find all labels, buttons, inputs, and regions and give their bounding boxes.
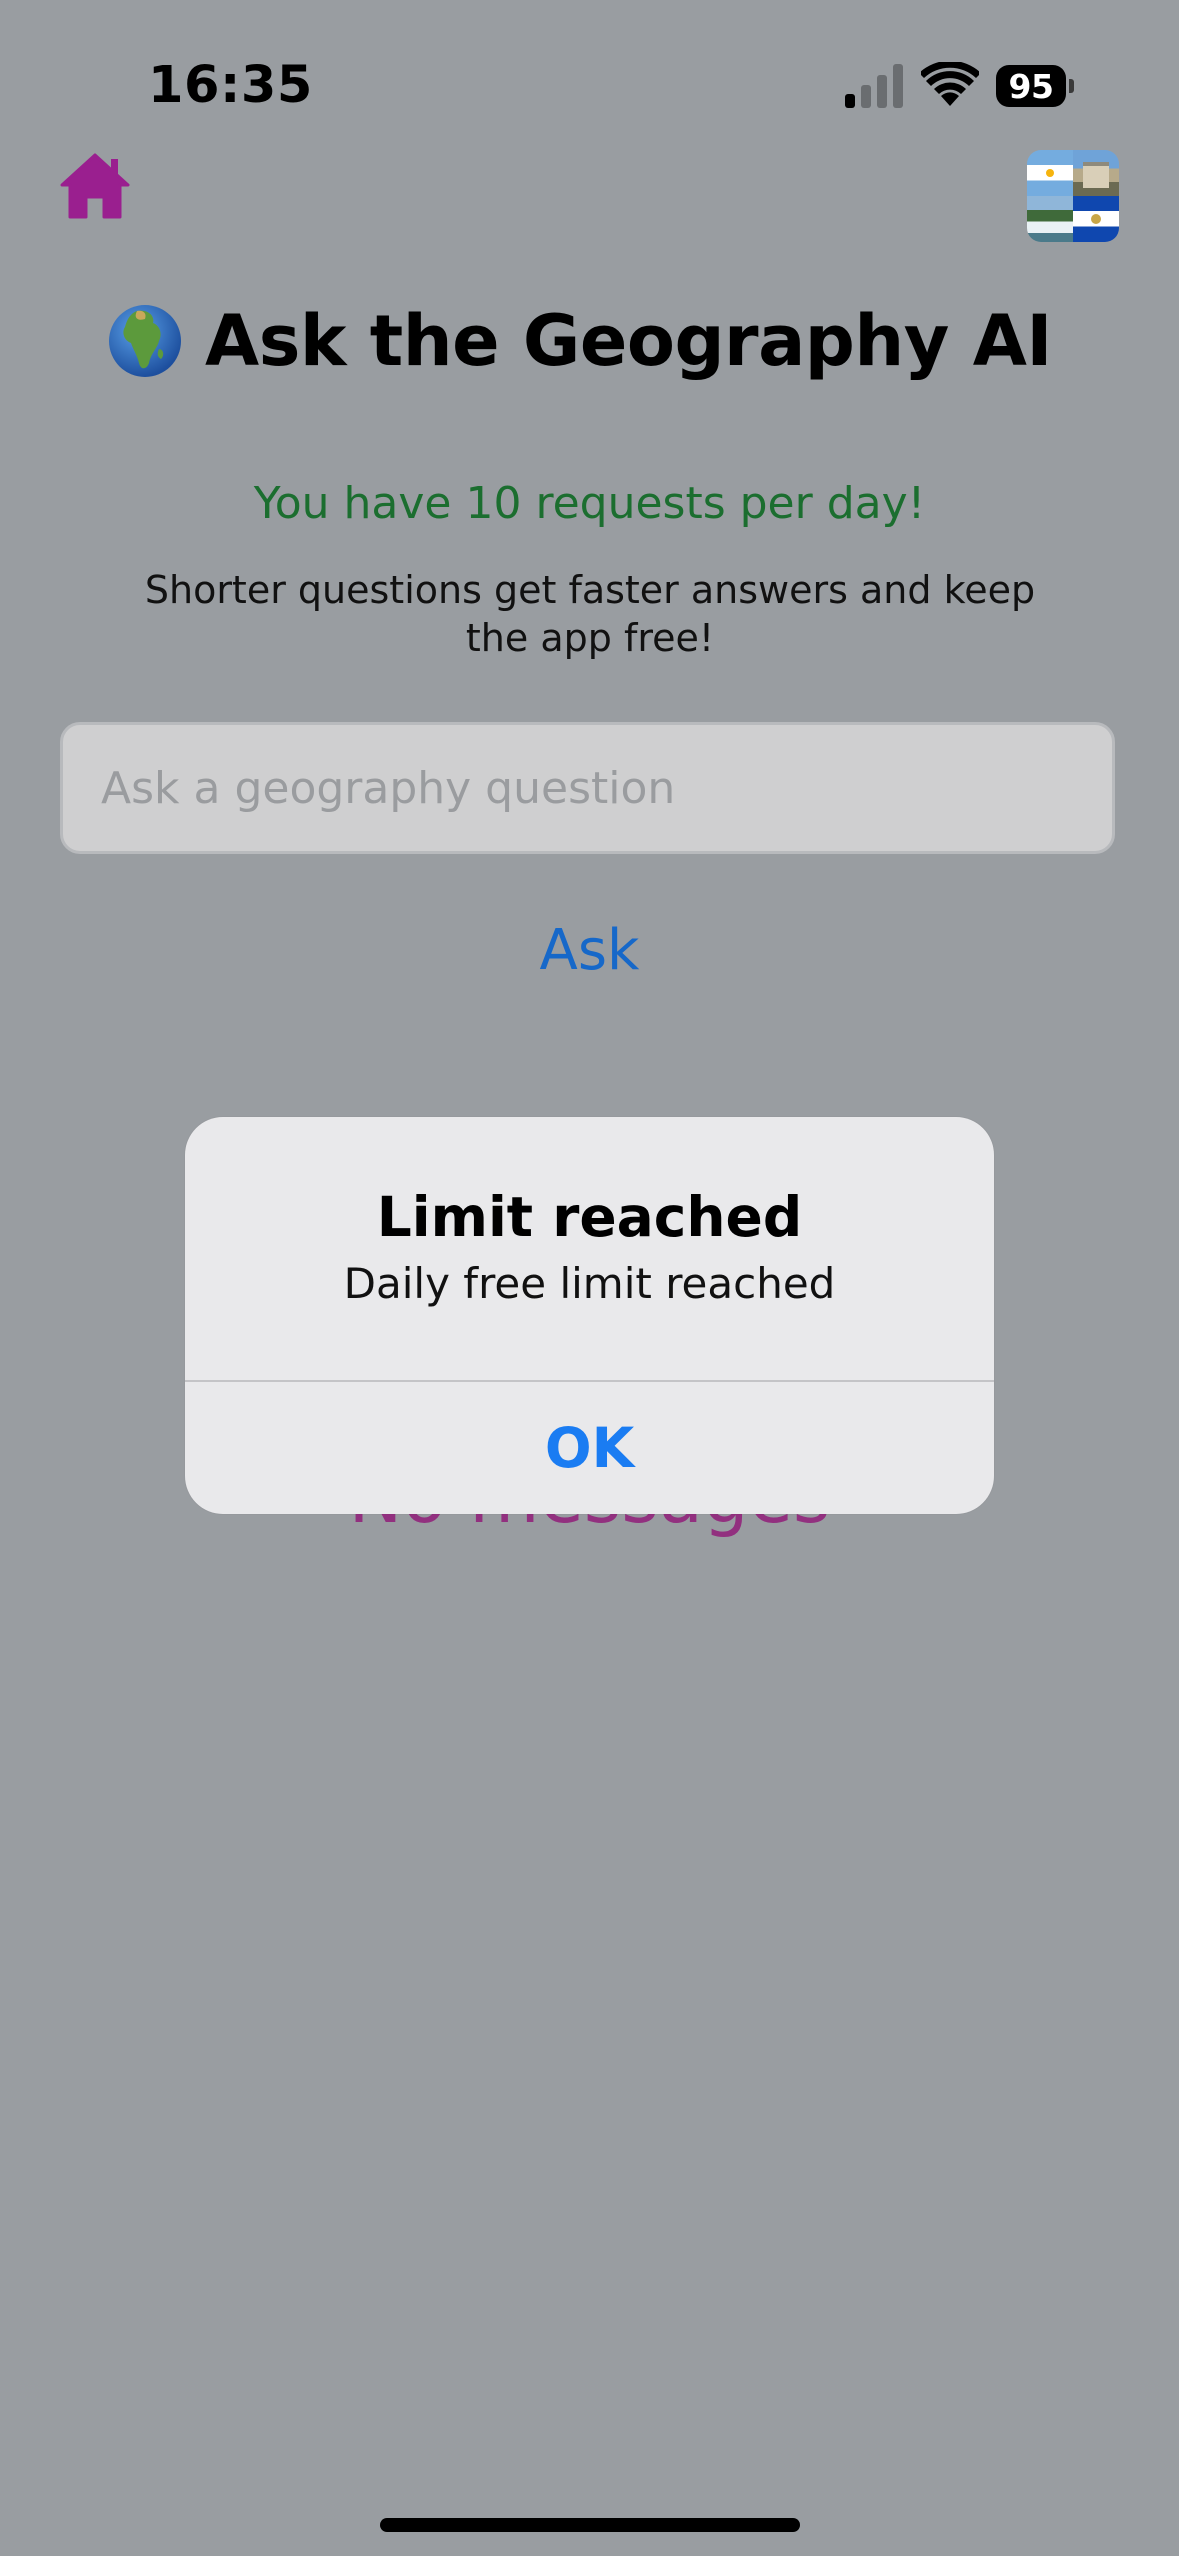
wifi-icon xyxy=(921,62,979,106)
home-indicator[interactable] xyxy=(380,2518,800,2532)
battery-level: 95 xyxy=(996,65,1066,107)
alert-ok-button[interactable]: OK xyxy=(185,1382,994,1514)
page-title: Ask the Geography AI xyxy=(205,300,1052,382)
battery-icon: 95 xyxy=(996,65,1074,107)
geography-question-input[interactable] xyxy=(60,722,1115,854)
limit-reached-alert: Limit reached Daily free limit reached O… xyxy=(185,1117,994,1514)
alert-title: Limit reached xyxy=(376,1185,803,1249)
status-time: 16:35 xyxy=(148,56,313,115)
house-icon[interactable] xyxy=(60,153,130,219)
shorter-questions-tip: Shorter questions get faster answers and… xyxy=(144,568,1036,660)
globe-icon xyxy=(109,305,182,377)
cellular-signal-icon xyxy=(845,64,903,108)
ask-button[interactable]: Ask xyxy=(0,918,1179,983)
page-header: Ask the Geography AI xyxy=(0,300,1179,382)
flags-thumbnail-button[interactable] xyxy=(1027,150,1119,242)
requests-per-day-note: You have 10 requests per day! xyxy=(253,478,926,529)
alert-message: Daily free limit reached xyxy=(343,1259,836,1308)
